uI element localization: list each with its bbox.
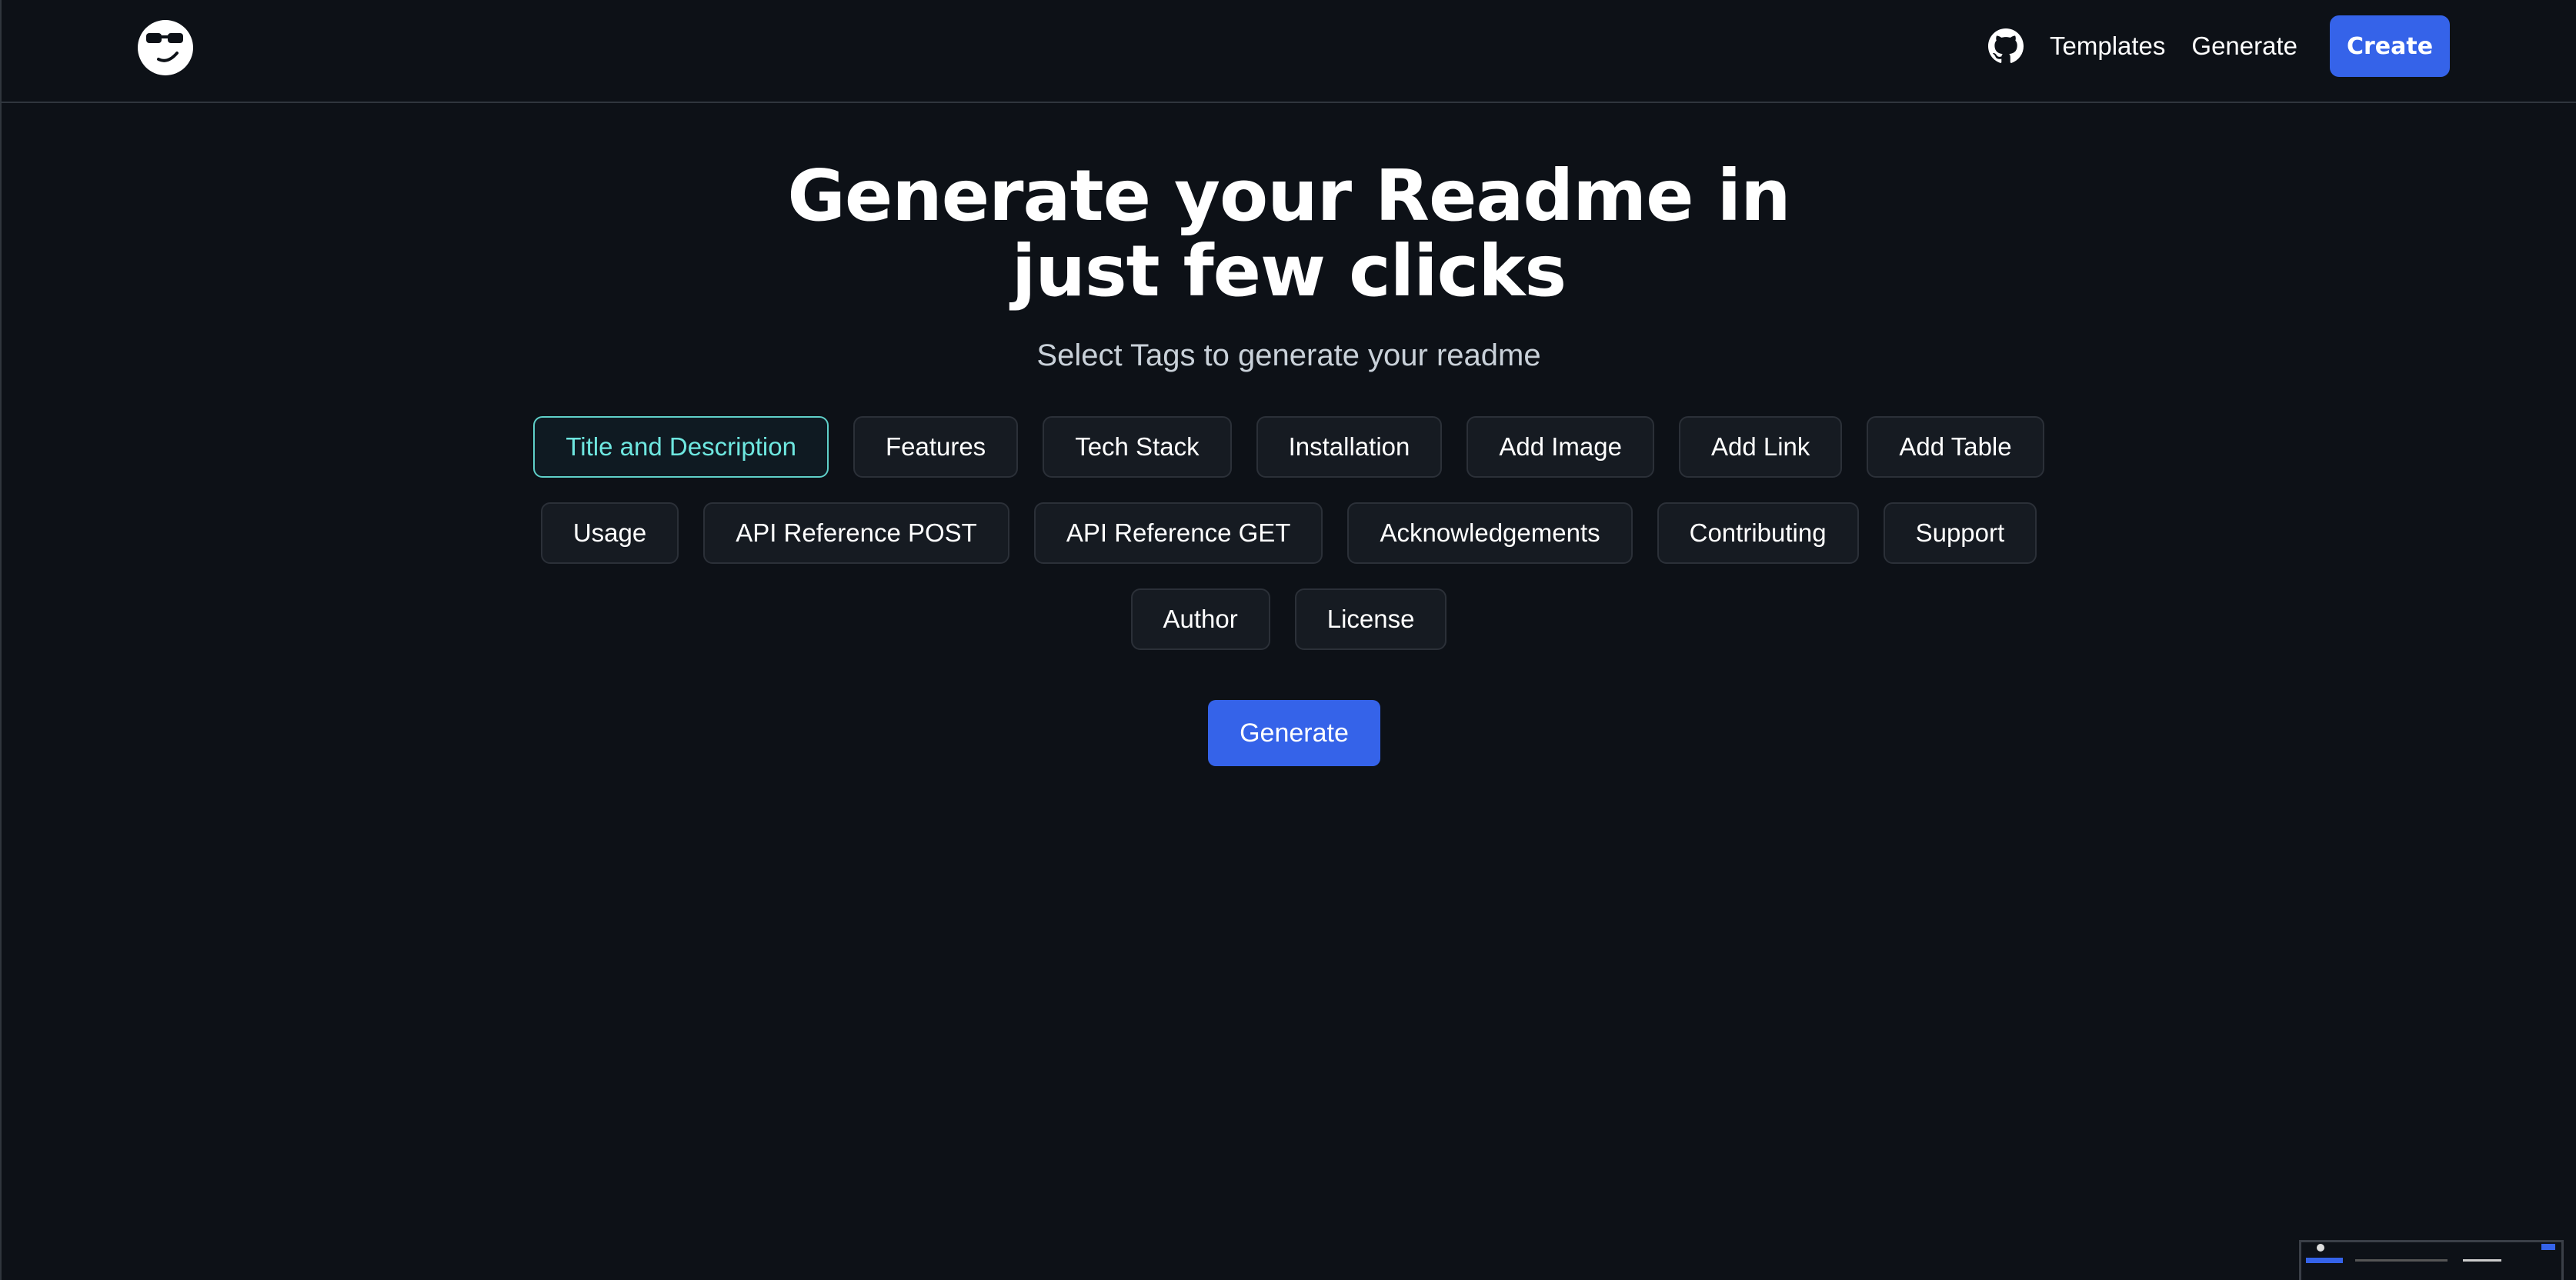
tag-api-reference-post[interactable]: API Reference POST	[703, 502, 1009, 564]
page-subtitle: Select Tags to generate your readme	[1036, 338, 1541, 372]
page-title: Generate your Readme in just few clicks	[2, 158, 2576, 309]
tag-add-image[interactable]: Add Image	[1467, 416, 1654, 478]
tag-installation[interactable]: Installation	[1256, 416, 1443, 478]
top-navbar: Templates Generate Create	[2, 0, 2576, 103]
create-button[interactable]: Create	[2330, 15, 2450, 77]
page: Templates Generate Create Generate your …	[0, 0, 2576, 1280]
tag-row-3: Author License	[1130, 588, 1447, 650]
thumbnail-line	[2463, 1259, 2501, 1262]
github-icon[interactable]	[1988, 28, 2024, 64]
tag-add-link[interactable]: Add Link	[1678, 416, 1843, 478]
thumbnail-create	[2541, 1244, 2555, 1250]
tag-add-table[interactable]: Add Table	[1867, 416, 2044, 478]
tag-acknowledgements[interactable]: Acknowledgements	[1347, 502, 1633, 564]
tag-usage[interactable]: Usage	[540, 502, 679, 564]
tag-title-and-description[interactable]: Title and Description	[533, 416, 829, 478]
title-line-1: Generate your Readme in	[787, 155, 1790, 237]
tag-author[interactable]: Author	[1130, 588, 1270, 650]
tag-features[interactable]: Features	[853, 416, 1019, 478]
thumbnail-button	[2306, 1258, 2343, 1263]
tag-row-2: Usage API Reference POST API Reference G…	[540, 502, 2037, 564]
nav-link-generate[interactable]: Generate	[2191, 32, 2297, 61]
sunglasses-smiley-icon[interactable]	[137, 19, 194, 76]
thumbnail-line	[2355, 1259, 2448, 1262]
generate-button[interactable]: Generate	[1208, 700, 1380, 766]
thumbnail-logo	[2317, 1244, 2324, 1252]
tag-contributing[interactable]: Contributing	[1657, 502, 1859, 564]
tag-api-reference-get[interactable]: API Reference GET	[1033, 502, 1323, 564]
tag-license[interactable]: License	[1294, 588, 1447, 650]
tag-support[interactable]: Support	[1883, 502, 2037, 564]
tag-selector: Title and Description Features Tech Stac…	[2, 416, 2576, 650]
tag-row-1: Title and Description Features Tech Stac…	[533, 416, 2044, 478]
preview-thumbnail[interactable]	[2299, 1240, 2564, 1280]
tag-tech-stack[interactable]: Tech Stack	[1043, 416, 1232, 478]
nav-link-templates[interactable]: Templates	[2050, 32, 2165, 61]
nav-menu: Templates Generate Create	[1988, 15, 2450, 77]
title-line-2: just few clicks	[1011, 230, 1567, 312]
